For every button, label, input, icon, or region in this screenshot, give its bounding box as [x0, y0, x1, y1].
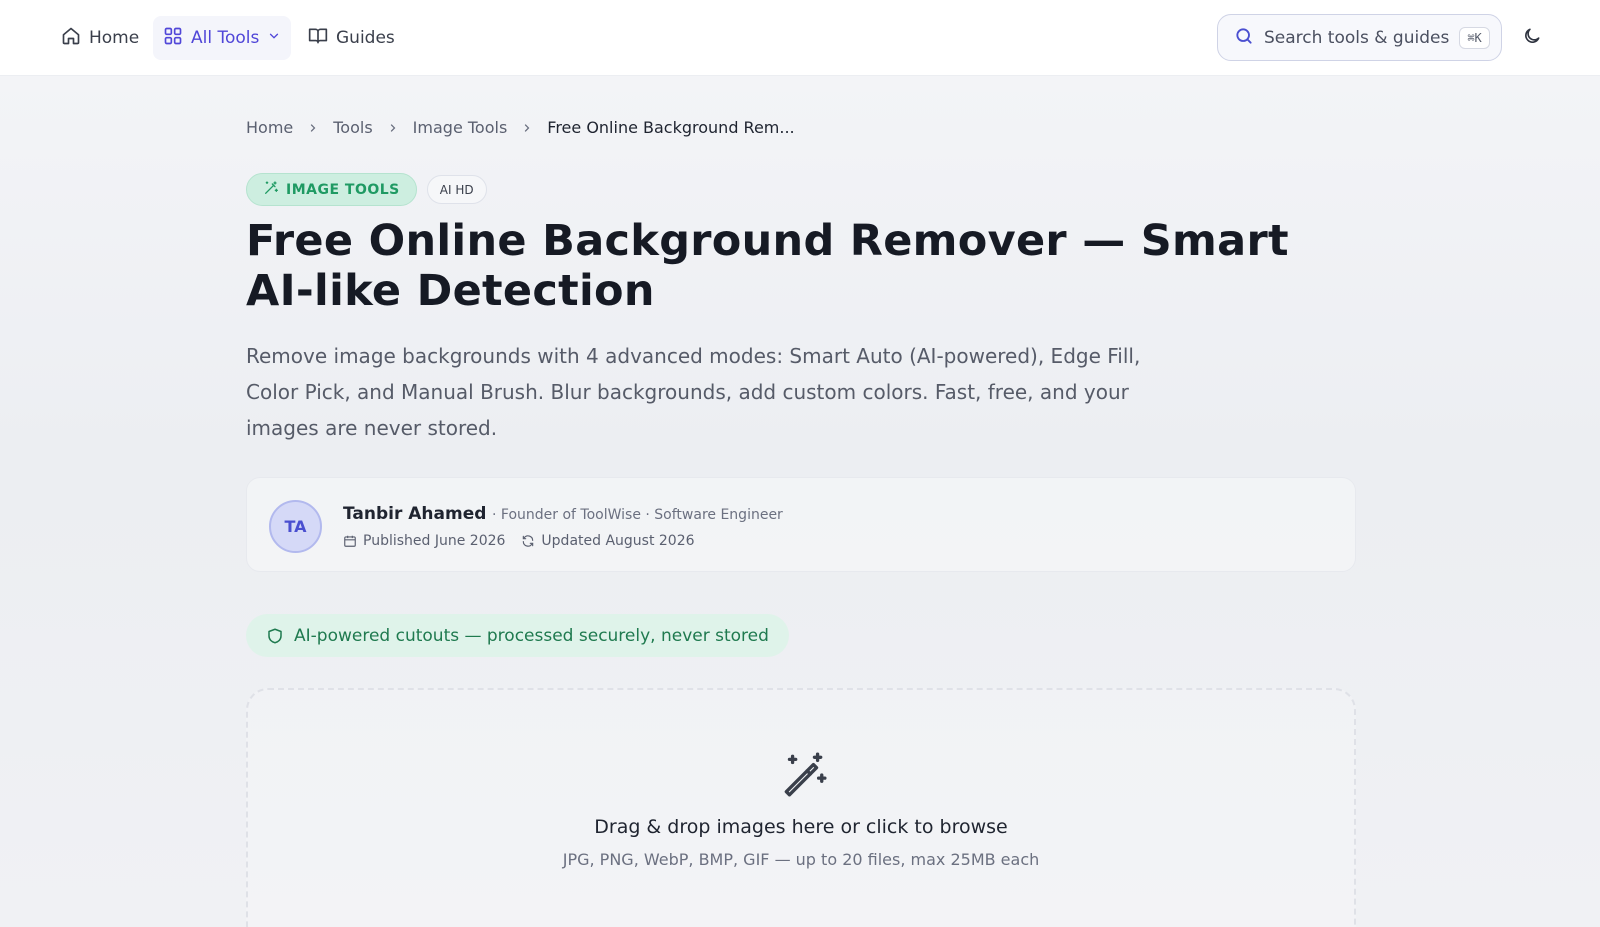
category-badge-label: IMAGE TOOLS: [286, 181, 400, 198]
upload-dropzone[interactable]: Drag & drop images here or click to brow…: [246, 688, 1356, 927]
chevron-right-icon: [525, 123, 530, 132]
top-nav: Home All Tools Guides Search tools & gui…: [0, 0, 1600, 76]
security-notice: AI-powered cutouts — processed securely,…: [246, 614, 789, 657]
magic-wand-icon: [778, 750, 828, 800]
nav-guides-label: Guides: [336, 28, 395, 48]
nav-guides[interactable]: Guides: [298, 16, 405, 60]
author-card: TA Tanbir Ahamed · Founder of ToolWise ·…: [246, 477, 1356, 572]
theme-toggle-button[interactable]: [1522, 26, 1546, 50]
dropzone-subtitle: JPG, PNG, WebP, BMP, GIF — up to 20 file…: [562, 850, 1040, 869]
nav-all-tools[interactable]: All Tools: [153, 16, 292, 60]
home-icon: [61, 26, 81, 51]
badge-row: IMAGE TOOLS AI HD: [246, 173, 487, 206]
magic-wand-icon: [263, 180, 279, 200]
search-placeholder: Search tools & guides: [1264, 27, 1450, 48]
breadcrumb: Home Tools Image Tools Free Online Backg…: [246, 118, 795, 137]
breadcrumb-tools[interactable]: Tools: [333, 118, 372, 137]
grid-icon: [163, 26, 183, 51]
nav-all-tools-label: All Tools: [191, 28, 260, 48]
author-name: Tanbir Ahamed: [343, 504, 487, 524]
breadcrumb-home[interactable]: Home: [246, 118, 293, 137]
nav-home[interactable]: Home: [51, 16, 149, 60]
shield-icon: [268, 628, 282, 643]
search-box[interactable]: Search tools & guides ⌘K: [1217, 14, 1502, 61]
author-role: · Founder of ToolWise · Software Enginee…: [492, 507, 783, 523]
book-icon: [308, 26, 328, 51]
chevron-right-icon: [390, 123, 396, 132]
breadcrumb-current: Free Online Background Rem...: [547, 118, 795, 137]
moon-icon: [1522, 28, 1542, 50]
publish-dates: Published June 2026 Updated August 2026: [343, 533, 695, 549]
refresh-icon: [523, 535, 534, 547]
tag-badge: AI HD: [426, 175, 487, 204]
page-title: Free Online Background Remover — Smart A…: [246, 216, 1289, 316]
search-icon: [1234, 26, 1254, 50]
calendar-icon: [344, 535, 356, 547]
avatar: TA: [269, 500, 322, 553]
chevron-down-icon: [267, 28, 281, 48]
updated-date: Updated August 2026: [521, 533, 695, 549]
page-description: Remove image backgrounds with 4 advanced…: [246, 344, 1141, 440]
published-date: Published June 2026: [343, 533, 505, 549]
updated-label: Updated August 2026: [541, 533, 695, 549]
breadcrumb-image-tools[interactable]: Image Tools: [413, 118, 508, 137]
published-label: Published June 2026: [363, 533, 506, 549]
dropzone-title: Drag & drop images here or click to brow…: [594, 816, 1008, 838]
chevron-right-icon: [311, 123, 316, 132]
nav-home-label: Home: [89, 28, 140, 48]
category-badge[interactable]: IMAGE TOOLS: [246, 173, 417, 206]
security-notice-text: AI-powered cutouts — processed securely,…: [294, 625, 769, 646]
search-shortcut: ⌘K: [1459, 26, 1490, 49]
